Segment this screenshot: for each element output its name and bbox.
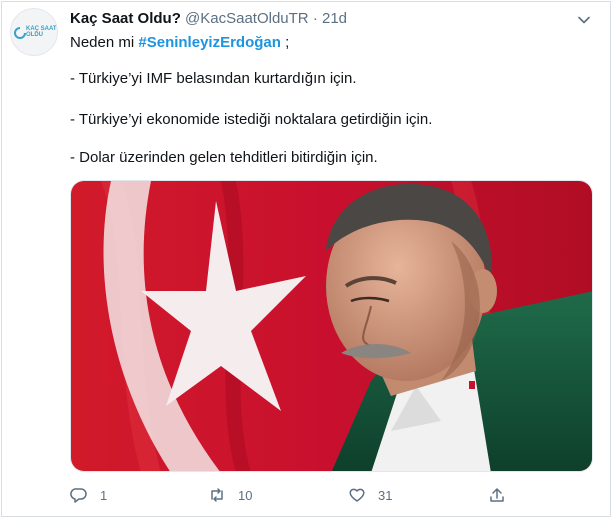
share-icon [490,488,504,502]
tweet-image[interactable] [70,180,593,472]
share-button[interactable] [488,485,518,505]
tweet-header: Kaç Saat Oldu? @KacSaatOlduTR · 21d [70,10,347,27]
caret-down-icon[interactable] [577,13,591,27]
tweet-intro: Neden mi #SeninleyizErdoğan ; [70,34,289,51]
tweet-line: - Dolar üzerinden gelen tehditleri bitir… [70,149,378,166]
like-count: 31 [378,487,393,503]
like-button[interactable]: 31 [348,485,392,505]
separator-dot: · [312,10,318,27]
author-handle[interactable]: @KacSaatOlduTR [185,10,309,27]
reply-icon [70,488,87,503]
hashtag-link[interactable]: #SeninleyizErdoğan [138,34,281,51]
photo-illustration [71,181,592,471]
like-icon [349,488,365,502]
author-name[interactable]: Kaç Saat Oldu? [70,10,181,27]
intro-prefix: Neden mi [70,34,139,51]
tweet-line: - Türkiye’yi ekonomide istediği noktalar… [70,111,433,128]
tweet-actions: 1 10 31 [70,485,590,505]
retweet-count: 10 [238,487,253,503]
avatar[interactable]: KAÇ SAAT OLDU [10,8,58,56]
reply-count: 1 [100,487,108,503]
avatar-logo-text: KAÇ SAAT OLDU [26,26,57,38]
tweet-line: - Türkiye’yi IMF belasından kurtardığın … [70,70,357,87]
tweet-time[interactable]: 21d [322,10,347,27]
intro-suffix: ; [280,34,290,51]
reply-button[interactable]: 1 [70,485,107,505]
retweet-button[interactable]: 10 [208,485,252,505]
avatar-logo-line2: OLDU [26,32,43,38]
logo-mark-icon [14,27,26,39]
retweet-icon [211,488,223,502]
